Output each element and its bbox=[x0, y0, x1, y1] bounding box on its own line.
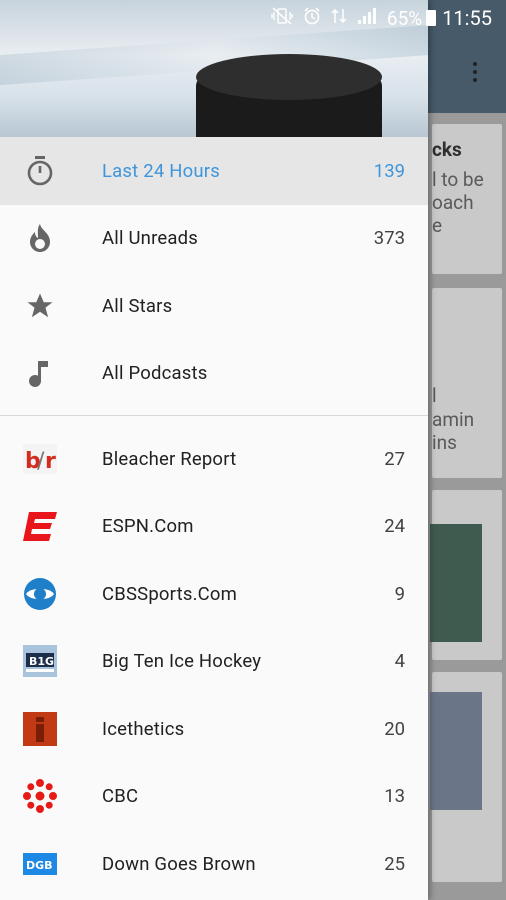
hockey-puck-image bbox=[196, 54, 382, 137]
battery-icon bbox=[426, 10, 437, 26]
dgb-logo: DGB bbox=[22, 846, 58, 882]
article-thumbnail bbox=[430, 692, 482, 810]
music-note-icon bbox=[22, 355, 58, 391]
card-text-fragment: oach bbox=[432, 191, 474, 214]
feed-label: Last 24 Hours bbox=[102, 159, 220, 182]
unread-count: 20 bbox=[384, 717, 405, 740]
navigation-drawer: Last 24 Hours 139 All Unreads 373 All St… bbox=[0, 0, 428, 900]
unread-count: 4 bbox=[394, 650, 405, 673]
feed-item-big-ten-ice-hockey[interactable]: B1G Big Ten Ice Hockey 4 bbox=[0, 628, 428, 696]
svg-text:DGB: DGB bbox=[26, 859, 53, 872]
feed-item-cbssports[interactable]: CBSSports.Com 9 bbox=[0, 560, 428, 628]
background-article-card[interactable]: l amin ins bbox=[432, 288, 502, 478]
feed-item-all-stars[interactable]: All Stars bbox=[0, 272, 428, 340]
feed-label: Big Ten Ice Hockey bbox=[102, 650, 262, 673]
section-divider bbox=[0, 415, 428, 416]
overflow-menu-icon[interactable] bbox=[470, 62, 480, 88]
star-icon bbox=[22, 288, 58, 324]
feed-label: All Unreads bbox=[102, 227, 199, 250]
stopwatch-icon bbox=[22, 153, 58, 189]
article-thumbnail bbox=[430, 524, 482, 642]
cbc-logo bbox=[22, 778, 58, 814]
feed-label: Down Goes Brown bbox=[102, 852, 256, 875]
data-arrows-icon bbox=[331, 7, 347, 29]
feed-item-all-unreads[interactable]: All Unreads 373 bbox=[0, 205, 428, 273]
unread-count: 13 bbox=[384, 785, 405, 808]
feed-label: Bleacher Report bbox=[102, 447, 237, 470]
feed-label: All Stars bbox=[102, 294, 173, 317]
cbs-eye-logo bbox=[22, 576, 58, 612]
unread-count: 25 bbox=[384, 852, 405, 875]
vibrate-mute-icon bbox=[271, 7, 293, 29]
svg-text:/: / bbox=[37, 449, 45, 474]
status-bar: 65% 11:55 bbox=[0, 0, 506, 36]
feed-item-last-24-hours[interactable]: Last 24 Hours 139 bbox=[0, 137, 428, 205]
card-text-fragment: ins bbox=[432, 431, 457, 454]
feed-label: All Podcasts bbox=[102, 362, 208, 385]
signal-icon bbox=[357, 7, 377, 29]
feed-label: CBC bbox=[102, 785, 139, 808]
bleacher-report-logo: b / r bbox=[22, 441, 58, 477]
feed-item-all-podcasts[interactable]: All Podcasts bbox=[0, 340, 428, 408]
feed-item-espn[interactable]: ESPN.Com 24 bbox=[0, 493, 428, 561]
svg-text:r: r bbox=[45, 449, 56, 474]
feed-label: CBSSports.Com bbox=[102, 582, 238, 605]
unread-count: 9 bbox=[394, 582, 405, 605]
battery-percent: 65% bbox=[386, 6, 423, 30]
clock: 11:55 bbox=[442, 6, 492, 30]
icethetics-logo bbox=[22, 711, 58, 747]
card-text-fragment: l bbox=[432, 384, 437, 407]
card-text-fragment: e bbox=[432, 214, 443, 237]
feed-item-cbc[interactable]: CBC 13 bbox=[0, 763, 428, 831]
feed-item-down-goes-brown[interactable]: DGB Down Goes Brown 25 bbox=[0, 830, 428, 898]
unread-count: 27 bbox=[384, 447, 405, 470]
feed-item-icethetics[interactable]: Icethetics 20 bbox=[0, 695, 428, 763]
espn-logo bbox=[22, 508, 58, 544]
card-title-fragment: cks bbox=[432, 138, 462, 161]
unread-count: 373 bbox=[373, 227, 405, 250]
unread-count: 139 bbox=[373, 159, 405, 182]
card-text-fragment: amin bbox=[432, 408, 475, 431]
big-ten-logo: B1G bbox=[22, 643, 58, 679]
unread-count: 24 bbox=[384, 515, 405, 538]
feed-label: Icethetics bbox=[102, 717, 185, 740]
svg-text:B1G: B1G bbox=[29, 655, 54, 668]
flame-icon bbox=[22, 220, 58, 256]
background-article-card[interactable]: cks l to be oach e bbox=[432, 124, 502, 274]
feed-label: ESPN.Com bbox=[102, 515, 194, 538]
alarm-icon bbox=[303, 7, 321, 29]
feed-item-bleacher-report[interactable]: b / r Bleacher Report 27 bbox=[0, 425, 428, 493]
card-text-fragment: l to be bbox=[432, 168, 484, 191]
